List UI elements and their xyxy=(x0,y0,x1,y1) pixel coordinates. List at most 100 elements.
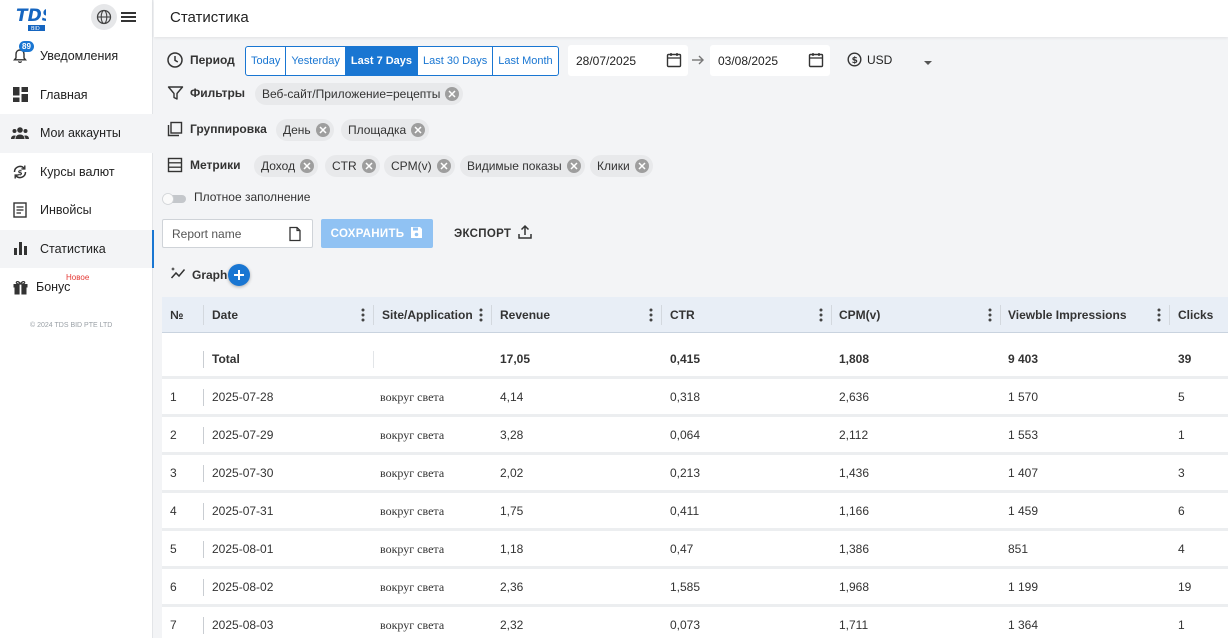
close-icon[interactable] xyxy=(361,159,376,173)
cell-date: 2025-07-30 xyxy=(212,466,274,480)
cell-impressions: 1 553 xyxy=(1008,428,1039,442)
cell-cpm: 2,112 xyxy=(839,428,869,442)
calendar-icon[interactable] xyxy=(666,52,682,71)
sidebar-item-invoices[interactable]: Инвойсы xyxy=(0,191,153,230)
close-icon[interactable] xyxy=(436,159,451,173)
notification-badge: 89 xyxy=(19,41,34,52)
period-last-7-days-button[interactable]: Last 7 Days xyxy=(345,47,419,75)
dense-toggle[interactable] xyxy=(162,192,187,205)
cell-impressions: 1 364 xyxy=(1008,618,1039,632)
tds-logo[interactable]: TDS BID xyxy=(14,2,54,32)
sidebar-item-accounts[interactable]: Мои аккаунты xyxy=(0,114,153,153)
date-to-field[interactable]: 03/08/2025 xyxy=(710,45,830,76)
save-button[interactable]: СОХРАНИТЬ xyxy=(321,219,433,248)
close-icon[interactable] xyxy=(300,159,315,173)
table-row[interactable]: 4 2025-07-31 вокруг света 1,75 0,411 1,1… xyxy=(162,493,1228,531)
metric-chip-clicks[interactable]: Клики xyxy=(590,155,653,177)
period-last-30-days-button[interactable]: Last 30 Days xyxy=(418,47,494,75)
column-header-label: Revenue xyxy=(500,308,551,322)
more-vert-icon[interactable] xyxy=(479,308,483,325)
column-header-cpm[interactable]: CPM(v) xyxy=(839,297,1000,333)
export-button-label: ЭКСПОРТ xyxy=(454,227,512,240)
column-header-number[interactable]: № xyxy=(170,297,200,333)
date-from-field[interactable]: 28/07/2025 xyxy=(568,45,688,76)
report-name-input[interactable]: Report name xyxy=(162,219,313,248)
svg-text:$: $ xyxy=(852,56,858,66)
cell-ctr: 1,585 xyxy=(670,580,701,594)
logo-text: TDS xyxy=(16,6,46,26)
period-last-month-button[interactable]: Last Month xyxy=(493,47,557,75)
chip-label: День xyxy=(283,123,311,137)
close-icon[interactable] xyxy=(411,123,426,137)
cell-date: 2025-08-02 xyxy=(212,580,274,594)
grouping-label-text: Группировка xyxy=(190,122,267,136)
cell-impressions: 1 459 xyxy=(1008,504,1039,518)
cell-site: вокруг света xyxy=(380,541,445,556)
more-vert-icon[interactable] xyxy=(988,308,992,325)
table-row[interactable]: 6 2025-08-02 вокруг света 2,36 1,585 1,9… xyxy=(162,569,1228,607)
close-icon[interactable] xyxy=(445,87,460,101)
close-icon[interactable] xyxy=(315,123,330,137)
grouping-chip-platform[interactable]: Площадка xyxy=(341,119,430,141)
column-header-clicks[interactable]: Clicks xyxy=(1178,297,1228,333)
export-button[interactable]: ЭКСПОРТ xyxy=(454,224,533,243)
table-row[interactable]: 5 2025-08-01 вокруг света 1,18 0,47 1,38… xyxy=(162,531,1228,569)
close-icon[interactable] xyxy=(634,159,649,173)
table-row[interactable]: 3 2025-07-30 вокруг света 2,02 0,213 1,4… xyxy=(162,455,1228,493)
table-row[interactable]: 1 2025-07-28 вокруг света 4,14 0,318 2,6… xyxy=(162,379,1228,417)
sidebar: TDS BID 89 Уведомления Главная Мои ак xyxy=(0,0,154,638)
page-header: Статистика xyxy=(154,0,1228,37)
sidebar-item-statistics[interactable]: Статистика xyxy=(0,229,154,268)
period-today-button[interactable]: Today xyxy=(246,47,287,75)
metric-chip-ctr[interactable]: CTR xyxy=(325,155,380,177)
column-header-site[interactable]: Site/Application xyxy=(382,297,491,333)
column-header-impressions[interactable]: Viewble Impressions xyxy=(1008,297,1169,333)
cell-cpm: 1,711 xyxy=(839,618,869,632)
filter-chip[interactable]: Веб-сайт/Приложение=рецепты xyxy=(255,83,464,105)
calendar-icon[interactable] xyxy=(808,52,824,71)
date-to-value: 03/08/2025 xyxy=(718,53,779,68)
sidebar-item-label: Бонус xyxy=(36,280,71,295)
currency-select[interactable]: $ USD xyxy=(847,52,932,67)
more-vert-icon[interactable] xyxy=(649,308,653,325)
column-header-ctr[interactable]: CTR xyxy=(670,297,831,333)
column-header-date[interactable]: Date xyxy=(212,297,373,333)
metric-chip-revenue[interactable]: Доход xyxy=(254,155,319,177)
table-header: № Date Site/Application Revenue CTR CPM(… xyxy=(162,297,1228,333)
metric-chip-cpm[interactable]: CPM(v) xyxy=(384,155,455,177)
language-button[interactable] xyxy=(91,4,117,30)
sidebar-item-notifications[interactable]: 89 Уведомления xyxy=(0,37,153,76)
column-header-label: Date xyxy=(212,308,239,322)
sidebar-item-currency-rates[interactable]: $ Курсы валют xyxy=(0,153,153,192)
cell-date: 2025-08-01 xyxy=(212,542,274,556)
bar-chart-icon xyxy=(11,240,29,258)
grouping-chip-day[interactable]: День xyxy=(276,119,334,141)
cell-revenue: 1,75 xyxy=(500,504,524,518)
more-vert-icon[interactable] xyxy=(819,308,823,325)
column-header-revenue[interactable]: Revenue xyxy=(500,297,661,333)
cell-clicks: 1 xyxy=(1178,428,1185,442)
cell-date: 2025-07-29 xyxy=(212,428,274,442)
sidebar-item-label: Мои аккаунты xyxy=(40,126,121,141)
filters-label-text: Фильтры xyxy=(190,86,246,100)
more-vert-icon[interactable] xyxy=(361,308,365,325)
close-icon[interactable] xyxy=(566,159,581,173)
table-row[interactable]: 7 2025-08-03 вокруг света 2,32 0,073 1,7… xyxy=(162,607,1228,638)
cell-clicks: 1 xyxy=(1178,618,1185,632)
more-vert-icon[interactable] xyxy=(1157,308,1161,325)
cell-revenue: 1,18 xyxy=(500,542,524,556)
column-header-label: Site/Application xyxy=(382,308,473,322)
svg-text:BID: BID xyxy=(31,26,40,32)
sidebar-item-home[interactable]: Главная xyxy=(0,76,153,115)
cell-cpm: 1,166 xyxy=(839,504,870,518)
cell-revenue: 2,32 xyxy=(500,618,524,632)
add-graph-button[interactable] xyxy=(228,264,250,286)
table-row[interactable]: 2 2025-07-29 вокруг света 3,28 0,064 2,1… xyxy=(162,417,1228,455)
metric-chip-impressions[interactable]: Видимые показы xyxy=(460,155,585,177)
plus-icon xyxy=(234,270,244,280)
menu-button[interactable] xyxy=(120,7,138,27)
period-selector: Today Yesterday Last 7 Days Last 30 Days… xyxy=(245,46,559,76)
period-yesterday-button[interactable]: Yesterday xyxy=(286,47,346,75)
cell-ctr: 0,064 xyxy=(670,428,701,442)
sidebar-item-bonus[interactable]: Бонус Новое xyxy=(0,268,153,307)
